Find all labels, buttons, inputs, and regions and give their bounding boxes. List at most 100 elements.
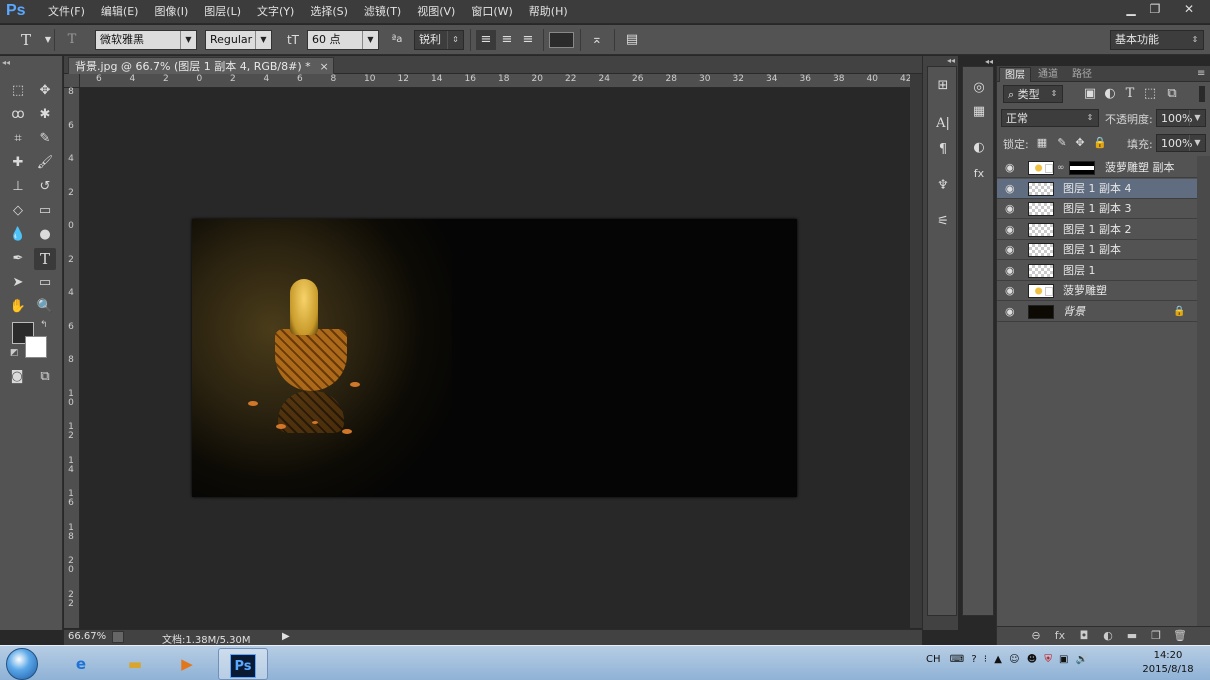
help-icon[interactable]: ? <box>971 654 976 665</box>
menu-item[interactable]: 窗口(W) <box>463 5 520 19</box>
layer-thumbnail[interactable] <box>1028 243 1054 257</box>
collapse-tools-icon[interactable]: ◂◂ <box>2 58 10 67</box>
collapse-dock-icon[interactable]: ◂◂ <box>947 56 955 65</box>
opacity-input[interactable]: 100% ▼ <box>1156 109 1206 127</box>
swatches-panel-icon[interactable]: ▦ <box>968 101 990 123</box>
styles-panel-icon[interactable]: fx <box>968 163 990 185</box>
visibility-eye-icon[interactable]: ◉ <box>1005 261 1019 281</box>
close-button[interactable]: ✕ <box>1170 0 1208 18</box>
menu-item[interactable]: 图像(I) <box>146 5 196 19</box>
layer-row[interactable]: ◉ 图层 1 副本 4 <box>997 178 1197 199</box>
blend-mode-select[interactable]: 正常 ⇕ <box>1001 109 1099 127</box>
tool-presets-icon[interactable]: ⚟ <box>932 211 954 233</box>
visibility-eye-icon[interactable]: ◉ <box>1005 281 1019 301</box>
menu-item[interactable]: 编辑(E) <box>93 5 147 19</box>
lasso-tool-icon[interactable]: ꝏ <box>7 104 29 126</box>
menu-item[interactable]: 滤镜(T) <box>356 5 409 19</box>
visibility-eye-icon[interactable]: ◉ <box>1005 199 1019 219</box>
visibility-eye-icon[interactable]: ◉ <box>1005 179 1019 199</box>
show-hidden-icons-icon[interactable]: ▲ <box>994 654 1002 665</box>
eraser-tool-icon[interactable]: ◇ <box>7 200 29 222</box>
photoshop-logo[interactable]: Ps <box>6 2 26 20</box>
mask-link-icon[interactable]: ∞ <box>1057 158 1065 178</box>
maximize-button[interactable]: ❐ <box>1142 0 1168 18</box>
brush-tool-icon[interactable]: 🖌 <box>34 152 56 174</box>
menu-item[interactable]: 文字(Y) <box>249 5 302 19</box>
visibility-eye-icon[interactable]: ◉ <box>1005 220 1019 240</box>
font-family-select[interactable]: 微软雅黑 ▼ <box>95 30 197 50</box>
workspace-select[interactable]: 基本功能 ⇕ <box>1110 30 1204 50</box>
filter-type-icon[interactable]: T <box>1119 83 1141 105</box>
layer-mask-thumbnail[interactable] <box>1069 161 1095 175</box>
qq-icon-2[interactable]: ☻ <box>1027 654 1037 665</box>
layer-row[interactable]: ◉ 图层 1 副本 2 <box>997 220 1197 240</box>
pen-tool-icon[interactable]: ✒ <box>7 248 29 270</box>
visibility-eye-icon[interactable]: ◉ <box>1005 158 1019 178</box>
network-icon[interactable]: ▣ <box>1059 654 1068 665</box>
swap-colors-icon[interactable]: ↰ <box>40 320 48 330</box>
layer-row[interactable]: ◉ 图层 1 副本 3 <box>997 199 1197 219</box>
adjustments-panel-icon[interactable]: ◐ <box>968 137 990 159</box>
font-size-select[interactable]: 60 点 ▼ <box>307 30 379 50</box>
layer-thumbnail[interactable] <box>1028 304 1054 319</box>
move-tool-icon[interactable]: ✥ <box>34 80 56 102</box>
file-explorer-icon[interactable]: ▬ <box>112 648 158 680</box>
hand-tool-icon[interactable]: ✋ <box>7 296 29 318</box>
menu-item[interactable]: 图层(L) <box>196 5 249 19</box>
anti-alias-select[interactable]: 锐利 ⇕ <box>414 30 464 50</box>
visibility-eye-icon[interactable]: ◉ <box>1005 302 1019 322</box>
eyedropper-tool-icon[interactable]: ✎ <box>34 128 56 150</box>
align-center-icon[interactable]: ≡ <box>497 30 517 50</box>
layer-thumbnail[interactable] <box>1028 263 1054 278</box>
history-brush-tool-icon[interactable]: ↺ <box>34 176 56 198</box>
preset-dropdown-arrow[interactable]: ▼ <box>38 30 58 50</box>
layer-row[interactable]: ◉ 菠萝雕塑 <box>997 281 1197 301</box>
system-clock[interactable]: 14:20 2015/8/18 <box>1137 649 1199 677</box>
screen-mode-icon[interactable]: ⧉ <box>34 366 56 388</box>
adjustment-icon[interactable]: ◐ <box>1099 629 1117 642</box>
document-tab[interactable]: 背景.jpg @ 66.7% (图层 1 副本 4, RGB/8#) * × <box>68 57 334 74</box>
menu-item[interactable]: 选择(S) <box>302 5 356 19</box>
warp-text-icon[interactable]: ⌅ <box>587 30 607 50</box>
menu-item[interactable]: 文件(F) <box>40 5 93 19</box>
toggle-text-orientation-icon[interactable]: T <box>62 30 82 50</box>
filter-toggle[interactable] <box>1199 86 1205 102</box>
start-button[interactable] <box>6 648 38 680</box>
layers-scrollbar[interactable] <box>1197 156 1210 626</box>
crop-tool-icon[interactable]: ⌗ <box>7 128 29 150</box>
history-panel-icon[interactable]: ⊞ <box>932 75 954 97</box>
expand-panels-icon[interactable]: ◂◂ <box>985 57 993 66</box>
document-image[interactable] <box>192 219 797 497</box>
input-language[interactable]: CH <box>926 654 941 665</box>
panel-tab[interactable]: 图层 <box>999 67 1031 82</box>
default-colors-icon[interactable]: ◩ <box>10 348 19 358</box>
dodge-tool-icon[interactable]: ● <box>34 224 56 246</box>
gradient-tool-icon[interactable]: ▭ <box>34 200 56 222</box>
mask-icon[interactable]: ◘ <box>1075 629 1093 642</box>
visibility-eye-icon[interactable]: ◉ <box>1005 240 1019 260</box>
minimize-button[interactable]: ▁ <box>1118 0 1144 18</box>
layer-row[interactable]: ◉ 背景 🔒 <box>997 302 1197 322</box>
character-panel-icon[interactable]: A| <box>932 113 954 135</box>
media-player-icon[interactable]: ▶ <box>164 648 210 680</box>
panel-tab[interactable]: 通道 <box>1033 67 1063 82</box>
lock-position-icon[interactable]: ✥ <box>1069 132 1091 154</box>
volume-icon[interactable]: 🔊 <box>1076 654 1088 665</box>
menu-item[interactable]: 帮助(H) <box>521 5 576 19</box>
filter-smart-object-icon[interactable]: ⧉ <box>1161 83 1183 105</box>
align-right-icon[interactable]: ≡ <box>518 30 538 50</box>
ie-browser-icon[interactable]: e <box>58 648 104 680</box>
panel-tab[interactable]: 路径 <box>1067 67 1097 82</box>
qq-icon[interactable]: ☺ <box>1009 654 1019 665</box>
3d-panel-icon[interactable]: ◎ <box>968 77 990 99</box>
layer-thumbnail[interactable] <box>1028 222 1054 237</box>
rectangular-marquee-tool-icon[interactable]: ⬚ <box>7 80 29 102</box>
close-tab-icon[interactable]: × <box>319 58 328 75</box>
zoom-tool-icon[interactable]: 🔍 <box>34 296 56 318</box>
text-color-swatch[interactable] <box>549 32 574 48</box>
filter-shape-icon[interactable]: ⬚ <box>1139 83 1161 105</box>
font-style-select[interactable]: Regular ▼ <box>205 30 272 50</box>
panel-menu-icon[interactable]: ≡ <box>1197 68 1205 79</box>
trash-icon[interactable]: 🗑 <box>1171 629 1189 642</box>
layer-thumbnail[interactable] <box>1028 202 1054 216</box>
